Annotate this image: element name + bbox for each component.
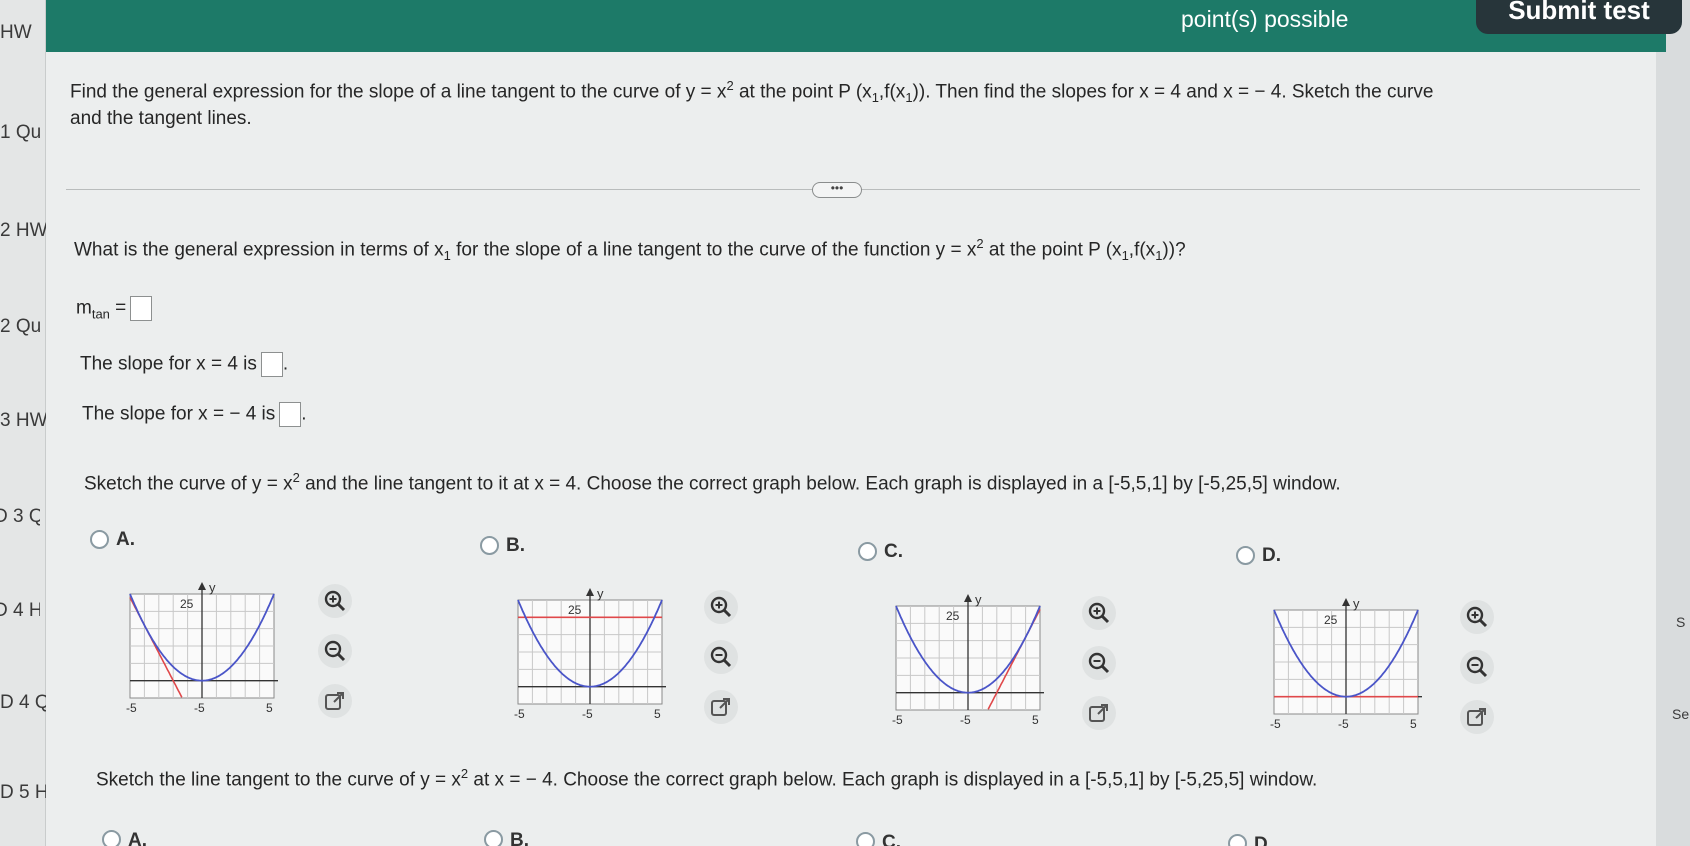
popout-icon (1467, 708, 1486, 726)
zoom-in-icon-c[interactable] (1082, 596, 1116, 630)
mtan-input[interactable] (130, 296, 153, 321)
option-letter-2d: D. (1254, 834, 1273, 846)
x-tick-max-label: 5 (1032, 713, 1039, 727)
radio-option-c[interactable] (858, 542, 877, 561)
sketch-prompt-1: Sketch the curve of y = x2 and the line … (84, 470, 1341, 495)
popout-icon (711, 698, 730, 716)
graph-option-d: yx25-5-55 (1270, 598, 1422, 731)
zoom-out-icon-c[interactable] (1082, 646, 1116, 680)
sidebar-item-3-hw[interactable]: 3 HW (0, 410, 46, 432)
zoom-out-icon (1466, 656, 1488, 678)
y-axis-arrow (198, 582, 206, 590)
zoom-out-icon (710, 646, 732, 668)
y-axis-label: y (975, 594, 982, 607)
zoom-in-icon-a[interactable] (318, 584, 352, 618)
top-bar: point(s) possible Submit test (46, 0, 1682, 52)
zoom-in-icon (710, 596, 732, 618)
option-letter-2b: B. (510, 830, 529, 846)
x-tick-mid-label: -5 (1338, 717, 1349, 731)
question-intro-line2: and the tangent lines. (70, 108, 252, 129)
graph-option-c: yx25-5-55 (892, 594, 1044, 727)
question-panel: Find the general expression for the slop… (46, 52, 1656, 846)
popout-icon-a[interactable] (318, 684, 352, 718)
x-tick-min-label: -5 (1270, 717, 1281, 731)
submit-test-button[interactable]: Submit test (1476, 0, 1682, 34)
y-axis-arrow (586, 588, 594, 596)
radio-option-a[interactable] (90, 530, 109, 549)
zoom-in-icon (324, 590, 346, 612)
x-tick-max-label: 5 (654, 707, 661, 721)
question-intro: Find the general expression for the slop… (70, 78, 1434, 106)
popout-icon (1089, 704, 1108, 722)
zoom-out-icon (324, 640, 346, 662)
graph-option-b: yx25-5-55 (514, 588, 666, 721)
part-a-question: What is the general expression in terms … (74, 236, 1186, 264)
y-tick-label: 25 (180, 597, 194, 611)
popout-icon (325, 692, 344, 710)
y-tick-label: 25 (568, 603, 582, 617)
option-letter-b: B. (506, 535, 525, 556)
y-axis-label: y (209, 582, 216, 595)
x-tick-min-label: -5 (514, 707, 525, 721)
x-tick-min-label: -5 (126, 701, 137, 715)
sidebar-item-4-qu[interactable]: D 4 Qu (0, 692, 46, 714)
zoom-out-icon-d[interactable] (1460, 650, 1494, 684)
sidebar-item-hw[interactable]: HW (0, 22, 46, 44)
y-axis-label: y (1353, 598, 1360, 611)
radio-option-2d[interactable] (1228, 834, 1247, 846)
option-letter-2c: C. (882, 832, 901, 846)
zoom-in-icon-b[interactable] (704, 590, 738, 624)
right-label-s: S (1676, 614, 1686, 630)
slope-pos-input[interactable] (260, 352, 283, 377)
y-axis-arrow (1342, 598, 1350, 606)
sidebar-item-1-qu[interactable]: 1 Qu (0, 122, 46, 144)
zoom-in-icon (1466, 606, 1488, 628)
expand-more-button[interactable]: ••• (812, 182, 862, 198)
zoom-in-icon-d[interactable] (1460, 600, 1494, 634)
y-axis-label: y (597, 588, 604, 601)
radio-option-2a[interactable] (102, 830, 121, 846)
slope-neg-row: The slope for x = − 4 is. (82, 402, 307, 427)
x-tick-max-label: 5 (266, 701, 273, 715)
right-label-se: Se (1672, 706, 1690, 722)
x-tick-mid-label: -5 (582, 707, 593, 721)
points-possible: point(s) possible (1181, 6, 1349, 32)
slope-pos-row: The slope for x = 4 is. (80, 352, 288, 377)
question-sidebar: HW 1 Qu 2 HW 2 Qu 3 HW D 3 Qu D 4 HW D 4… (0, 0, 46, 846)
option-letter-c: C. (884, 541, 903, 562)
sidebar-item-2-qu[interactable]: 2 Qu (0, 316, 46, 338)
graph-option-a: yx25-5-55 (126, 582, 278, 715)
popout-icon-d[interactable] (1460, 700, 1494, 734)
radio-option-d[interactable] (1236, 546, 1255, 565)
sidebar-item-5-hw[interactable]: D 5 HW (0, 782, 46, 804)
radio-option-2c[interactable] (856, 832, 875, 846)
sketch-prompt-2: Sketch the line tangent to the curve of … (96, 766, 1318, 791)
y-tick-label: 25 (946, 609, 960, 623)
popout-icon-c[interactable] (1082, 696, 1116, 730)
popout-icon-b[interactable] (704, 690, 738, 724)
slope-neg-input[interactable] (279, 402, 302, 427)
radio-option-b[interactable] (480, 536, 499, 555)
option-letter-a: A. (116, 529, 135, 550)
option-letter-2a: A. (128, 830, 147, 846)
sidebar-item-2-hw[interactable]: 2 HW (0, 220, 46, 242)
zoom-in-icon (1088, 602, 1110, 624)
zoom-out-icon-b[interactable] (704, 640, 738, 674)
zoom-out-icon-a[interactable] (318, 634, 352, 668)
y-tick-label: 25 (1324, 613, 1338, 627)
zoom-out-icon (1088, 652, 1110, 674)
mtan-row: mtan = (76, 296, 153, 321)
radio-option-2b[interactable] (484, 830, 503, 846)
sidebar-item-4-hw[interactable]: D 4 HW (0, 600, 40, 622)
x-tick-mid-label: -5 (960, 713, 971, 727)
option-letter-d: D. (1262, 545, 1281, 566)
sidebar-item-3-qu[interactable]: D 3 Qu (0, 506, 40, 528)
x-tick-mid-label: -5 (194, 701, 205, 715)
x-tick-max-label: 5 (1410, 717, 1417, 731)
y-axis-arrow (964, 594, 972, 602)
x-tick-min-label: -5 (892, 713, 903, 727)
